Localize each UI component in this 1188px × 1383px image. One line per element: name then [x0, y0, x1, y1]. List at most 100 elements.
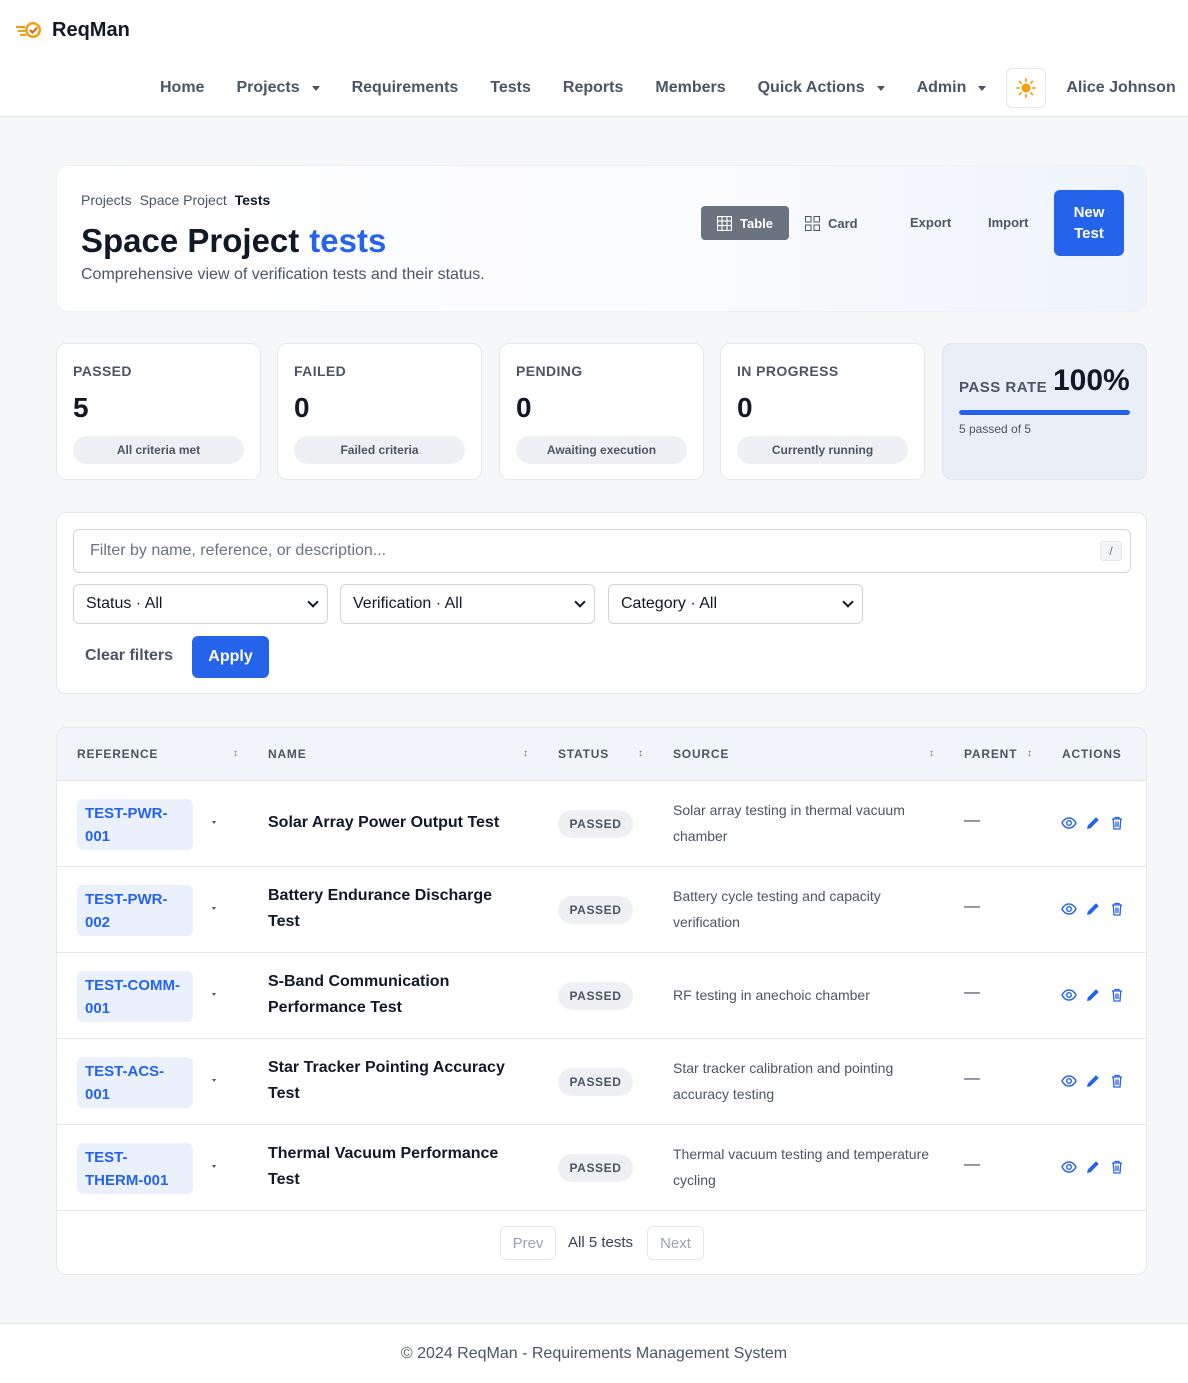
delete-trash-icon[interactable]	[1109, 1073, 1125, 1089]
status-badge: PASSED	[558, 982, 633, 1010]
filter-panel: / Status · All Verification · All Catego…	[56, 512, 1147, 694]
nav-home[interactable]: Home	[160, 79, 204, 97]
status-badge: PASSED	[558, 810, 633, 838]
reference-chip[interactable]: TEST-PWR-001	[77, 799, 193, 850]
expand-caret-icon[interactable]	[212, 907, 216, 910]
apply-button[interactable]: Apply	[192, 636, 269, 678]
test-name[interactable]: Star Tracker Pointing Accuracy Test	[268, 1055, 518, 1107]
view-eye-icon[interactable]	[1061, 815, 1077, 831]
edit-pencil-icon[interactable]	[1085, 1159, 1101, 1175]
brand[interactable]: ReqMan	[16, 18, 130, 42]
page-title-project: Space Project	[81, 222, 300, 259]
test-source: RF testing in anechoic chamber	[673, 987, 870, 1003]
import-button[interactable]: Import	[988, 215, 1028, 230]
verification-filter-select[interactable]: Verification · All	[340, 584, 595, 624]
col-source[interactable]: SOURCE	[673, 747, 729, 761]
page-title-accent: tests	[309, 222, 387, 259]
nav-tests[interactable]: Tests	[490, 79, 531, 97]
test-name[interactable]: Thermal Vacuum Performance Test	[268, 1141, 518, 1193]
delete-trash-icon[interactable]	[1109, 815, 1125, 831]
delete-trash-icon[interactable]	[1109, 987, 1125, 1003]
chevron-down-icon	[876, 85, 885, 91]
test-parent: —	[964, 1070, 980, 1087]
clear-filters-button[interactable]: Clear filters	[85, 647, 173, 665]
table-row[interactable]: TEST-PWR-001 Solar Array Power Output Te…	[57, 781, 1146, 867]
status-badge: PASSED	[558, 1154, 633, 1182]
pagination: Prev All 5 tests Next	[57, 1210, 1146, 1274]
reference-chip[interactable]: TEST-PWR-002	[77, 885, 193, 936]
stat-caption: Currently running	[737, 436, 908, 464]
col-parent[interactable]: PARENT	[964, 747, 1017, 761]
pass-rate-label: PASS RATE	[959, 379, 1048, 396]
nav-requirements[interactable]: Requirements	[352, 79, 459, 97]
breadcrumb-projects[interactable]: Projects	[81, 192, 132, 208]
sort-icon[interactable]: ↕	[523, 748, 528, 759]
footer: © 2024 ReqMan - Requirements Management …	[0, 1323, 1188, 1383]
nav-reports[interactable]: Reports	[563, 79, 623, 97]
top-navbar: ReqMan Home Projects Requirements Tests …	[0, 0, 1188, 117]
col-reference[interactable]: REFERENCE	[77, 747, 158, 761]
col-status[interactable]: STATUS	[558, 747, 609, 761]
view-eye-icon[interactable]	[1061, 1159, 1077, 1175]
chevron-down-icon	[574, 596, 586, 608]
table-row[interactable]: TEST-ACS-001 Star Tracker Pointing Accur…	[57, 1039, 1146, 1125]
reference-chip[interactable]: TEST-THERM-001	[77, 1143, 193, 1194]
sort-icon[interactable]: ↕	[233, 748, 238, 759]
expand-caret-icon[interactable]	[212, 821, 216, 824]
table-row[interactable]: TEST-THERM-001 Thermal Vacuum Performanc…	[57, 1125, 1146, 1211]
view-eye-icon[interactable]	[1061, 987, 1077, 1003]
test-parent: —	[964, 1156, 980, 1173]
edit-pencil-icon[interactable]	[1085, 901, 1101, 917]
expand-caret-icon[interactable]	[212, 1079, 216, 1082]
sort-icon[interactable]: ↕	[638, 748, 643, 759]
search-shortcut-hint: /	[1100, 541, 1122, 561]
edit-pencil-icon[interactable]	[1085, 987, 1101, 1003]
breadcrumb-project[interactable]: Space Project	[140, 192, 227, 208]
delete-trash-icon[interactable]	[1109, 901, 1125, 917]
test-name[interactable]: Solar Array Power Output Test	[268, 810, 518, 836]
user-menu[interactable]: Alice Johnson	[1066, 79, 1188, 97]
test-source: Thermal vacuum testing and temperature c…	[673, 1146, 930, 1188]
col-actions: ACTIONS	[1062, 747, 1122, 761]
breadcrumb-current: Tests	[234, 192, 271, 208]
status-filter-select[interactable]: Status · All	[73, 584, 328, 624]
export-button[interactable]: Export	[910, 215, 951, 230]
table-row[interactable]: TEST-PWR-002 Battery Endurance Discharge…	[57, 867, 1146, 953]
stat-caption: Awaiting execution	[516, 436, 687, 464]
expand-caret-icon[interactable]	[212, 1165, 216, 1168]
nav-projects[interactable]: Projects	[236, 79, 320, 97]
nav-admin-label: Admin	[916, 79, 967, 96]
chevron-down-icon	[311, 85, 320, 91]
test-name[interactable]: S-Band Communication Performance Test	[268, 969, 518, 1021]
test-name[interactable]: Battery Endurance Discharge Test	[268, 883, 518, 935]
next-page-button[interactable]: Next	[647, 1226, 704, 1260]
delete-trash-icon[interactable]	[1109, 1159, 1125, 1175]
view-eye-icon[interactable]	[1061, 1073, 1077, 1089]
nav-members[interactable]: Members	[655, 79, 725, 97]
theme-toggle-button[interactable]	[1006, 68, 1047, 108]
new-test-button[interactable]: New Test	[1054, 190, 1124, 256]
prev-page-button[interactable]: Prev	[500, 1226, 556, 1260]
view-eye-icon[interactable]	[1061, 901, 1077, 917]
col-name[interactable]: NAME	[268, 747, 307, 761]
test-parent: —	[964, 812, 980, 829]
stat-caption: Failed criteria	[294, 436, 465, 464]
sort-icon[interactable]: ↕	[1027, 748, 1032, 759]
sort-icon[interactable]: ↕	[929, 748, 934, 759]
nav-quick-actions[interactable]: Quick Actions	[758, 79, 885, 97]
category-filter-select[interactable]: Category · All	[608, 584, 863, 624]
table-view-button[interactable]: Table	[701, 206, 789, 240]
reference-chip[interactable]: TEST-ACS-001	[77, 1057, 193, 1108]
edit-pencil-icon[interactable]	[1085, 815, 1101, 831]
stat-value: 0	[294, 392, 310, 423]
expand-caret-icon[interactable]	[212, 993, 216, 996]
card-view-button[interactable]: Card	[789, 206, 874, 240]
view-toggle: Table Card	[701, 206, 874, 240]
nav-admin[interactable]: Admin	[917, 79, 987, 97]
edit-pencil-icon[interactable]	[1085, 1073, 1101, 1089]
pass-rate-bar-fill	[959, 410, 1130, 415]
table-row[interactable]: TEST-COMM-001 S-Band Communication Perfo…	[57, 953, 1146, 1039]
search-input[interactable]	[90, 542, 1080, 560]
search-field: /	[73, 529, 1131, 573]
reference-chip[interactable]: TEST-COMM-001	[77, 971, 193, 1022]
